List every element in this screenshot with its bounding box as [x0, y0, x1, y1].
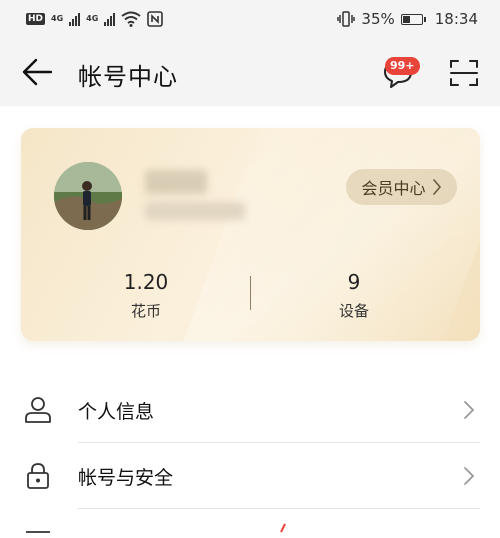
username-redacted	[145, 170, 207, 194]
coins-stat[interactable]: 1.20 花币	[76, 270, 216, 321]
network-type-1: 4G	[51, 14, 64, 23]
menu-item-partial[interactable]	[0, 509, 500, 533]
chevron-right-icon	[464, 467, 475, 485]
stat-divider	[250, 276, 251, 310]
menu-item-label: 个人信息	[78, 401, 155, 423]
message-count-badge: 99+	[385, 57, 420, 75]
menu-item-label: 帐号与安全	[78, 467, 174, 489]
clock: 18:34	[434, 10, 478, 28]
battery-icon	[400, 13, 426, 25]
devices-label: 设备	[338, 302, 369, 320]
member-center-label: 会员中心	[361, 179, 426, 198]
scan-icon[interactable]	[449, 59, 479, 87]
lock-icon	[27, 463, 49, 489]
back-arrow-icon[interactable]	[20, 57, 54, 87]
avatar[interactable]	[54, 162, 122, 230]
hd-badge: HD	[26, 13, 46, 25]
person-icon	[25, 397, 51, 423]
title-bar: 帐号中心 99+	[0, 38, 500, 106]
coins-label: 花币	[130, 302, 161, 320]
devices-value: 9	[347, 270, 361, 294]
page-title: 帐号中心	[78, 63, 178, 91]
network-type-2: 4G	[86, 14, 99, 23]
wifi-icon	[121, 11, 141, 27]
chevron-right-icon	[464, 401, 475, 419]
status-left: HD 4G 4G	[26, 11, 164, 27]
status-right: 35% 18:34	[337, 10, 478, 28]
partial-icon	[26, 531, 50, 533]
status-bar: HD 4G 4G 35% 18:34	[0, 0, 500, 38]
menu-item-account-security[interactable]: 帐号与安全	[0, 443, 500, 509]
account-id-redacted	[145, 202, 245, 220]
avatar-photo	[54, 162, 122, 230]
battery-percent: 35%	[361, 10, 395, 28]
menu-item-personal-info[interactable]: 个人信息	[0, 377, 500, 443]
coins-value: 1.20	[123, 270, 169, 294]
chevron-right-icon	[432, 179, 441, 195]
signal-icon	[69, 12, 81, 26]
devices-stat[interactable]: 9 设备	[284, 270, 424, 321]
signal-icon	[104, 12, 116, 26]
vibrate-icon	[337, 11, 356, 27]
red-mark-icon	[280, 523, 286, 533]
member-center-button[interactable]: 会员中心	[346, 169, 457, 205]
account-card[interactable]: 会员中心 1.20 花币 9 设备	[21, 128, 480, 341]
nfc-icon	[147, 11, 164, 27]
